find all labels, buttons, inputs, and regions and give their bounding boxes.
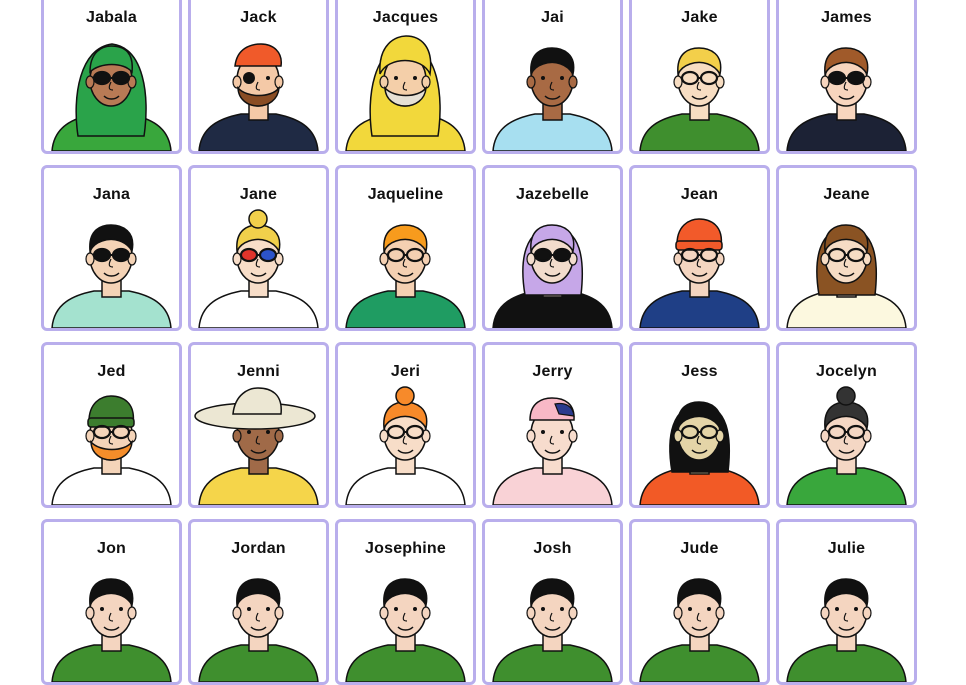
character-name: Josephine — [365, 540, 446, 557]
character-card[interactable]: Jenni — [188, 342, 329, 508]
character-portrait — [338, 557, 473, 682]
character-portrait — [632, 380, 767, 505]
character-portrait — [191, 26, 326, 151]
character-card[interactable]: Josh — [482, 519, 623, 685]
avatar-illustration — [492, 224, 613, 328]
character-portrait — [191, 203, 326, 328]
character-name: Jazebelle — [516, 186, 589, 203]
character-portrait — [338, 203, 473, 328]
avatar-illustration — [51, 224, 172, 328]
character-name: Jane — [239, 186, 278, 203]
avatar-illustration — [639, 218, 760, 328]
character-portrait — [44, 557, 179, 682]
character-portrait — [485, 557, 620, 682]
character-name: Jean — [680, 186, 719, 203]
avatar-illustration — [194, 387, 319, 505]
character-portrait — [779, 380, 914, 505]
avatar-illustration — [786, 578, 907, 682]
character-card[interactable]: James — [776, 0, 917, 154]
character-portrait — [485, 380, 620, 505]
avatar-illustration — [345, 578, 466, 682]
character-portrait — [779, 26, 914, 151]
character-portrait — [485, 203, 620, 328]
character-name: Julie — [827, 540, 866, 557]
avatar-illustration — [639, 401, 760, 505]
avatar-illustration — [345, 386, 466, 505]
avatar-illustration — [51, 43, 172, 151]
avatar-illustration — [786, 386, 907, 505]
avatar-illustration — [51, 578, 172, 682]
character-card[interactable]: Jerry — [482, 342, 623, 508]
character-portrait — [191, 380, 326, 505]
character-card[interactable]: Josephine — [335, 519, 476, 685]
character-card[interactable]: Jaqueline — [335, 165, 476, 331]
avatar-illustration — [639, 578, 760, 682]
avatar-illustration — [492, 578, 613, 682]
character-card[interactable]: Jean — [629, 165, 770, 331]
character-name: Jed — [97, 363, 126, 380]
avatar-illustration — [51, 395, 172, 505]
character-name: Jocelyn — [816, 363, 877, 380]
character-portrait — [632, 203, 767, 328]
avatar-illustration — [786, 47, 907, 151]
character-portrait — [779, 203, 914, 328]
character-card[interactable]: Jabala — [41, 0, 182, 154]
character-name: Jess — [681, 363, 718, 380]
character-name: Jack — [240, 9, 277, 26]
avatar-illustration — [786, 224, 907, 328]
character-portrait — [632, 26, 767, 151]
character-portrait — [338, 26, 473, 151]
avatar-illustration — [639, 47, 760, 151]
character-card[interactable]: Jess — [629, 342, 770, 508]
character-card[interactable]: Jana — [41, 165, 182, 331]
character-card[interactable]: Jon — [41, 519, 182, 685]
character-name: Jabala — [85, 9, 137, 26]
avatar-illustration — [198, 578, 319, 682]
avatar-illustration — [198, 209, 319, 328]
character-card[interactable]: Jack — [188, 0, 329, 154]
character-name: Jude — [680, 540, 719, 557]
character-name: Jaqueline — [367, 186, 444, 203]
character-card[interactable]: Jake — [629, 0, 770, 154]
character-card[interactable]: Jordan — [188, 519, 329, 685]
character-card[interactable]: Julie — [776, 519, 917, 685]
character-name: Jake — [681, 9, 718, 26]
character-portrait — [44, 380, 179, 505]
character-card[interactable]: Jai — [482, 0, 623, 154]
character-card[interactable]: Jacques — [335, 0, 476, 154]
character-card[interactable]: Jude — [629, 519, 770, 685]
character-portrait — [632, 557, 767, 682]
character-card[interactable]: Jed — [41, 342, 182, 508]
avatar-illustration — [345, 224, 466, 328]
character-portrait — [338, 380, 473, 505]
character-portrait — [44, 26, 179, 151]
avatar-illustration — [492, 397, 613, 505]
character-card[interactable]: Jeane — [776, 165, 917, 331]
character-name: Jeane — [823, 186, 870, 203]
character-name: Jenni — [237, 363, 280, 380]
character-name: Josh — [533, 540, 572, 557]
character-card[interactable]: Jeri — [335, 342, 476, 508]
avatar-illustration — [198, 43, 319, 151]
character-name: Jai — [541, 9, 564, 26]
avatar-illustration — [345, 35, 466, 151]
character-name: Jana — [92, 186, 131, 203]
character-name: Jacques — [372, 9, 439, 26]
character-card[interactable]: Jane — [188, 165, 329, 331]
character-name: Jeri — [390, 363, 421, 380]
character-portrait — [779, 557, 914, 682]
character-name: James — [821, 9, 872, 26]
avatar-illustration — [492, 47, 613, 151]
character-grid: Jabala Jack Jacques Jai Jake James Jana Jane Jaq… — [41, 0, 917, 685]
character-portrait — [44, 203, 179, 328]
character-card[interactable]: Jazebelle — [482, 165, 623, 331]
character-name: Jordan — [231, 540, 286, 557]
character-name: Jerry — [532, 363, 573, 380]
character-portrait — [485, 26, 620, 151]
character-card[interactable]: Jocelyn — [776, 342, 917, 508]
character-portrait — [191, 557, 326, 682]
character-name: Jon — [96, 540, 127, 557]
